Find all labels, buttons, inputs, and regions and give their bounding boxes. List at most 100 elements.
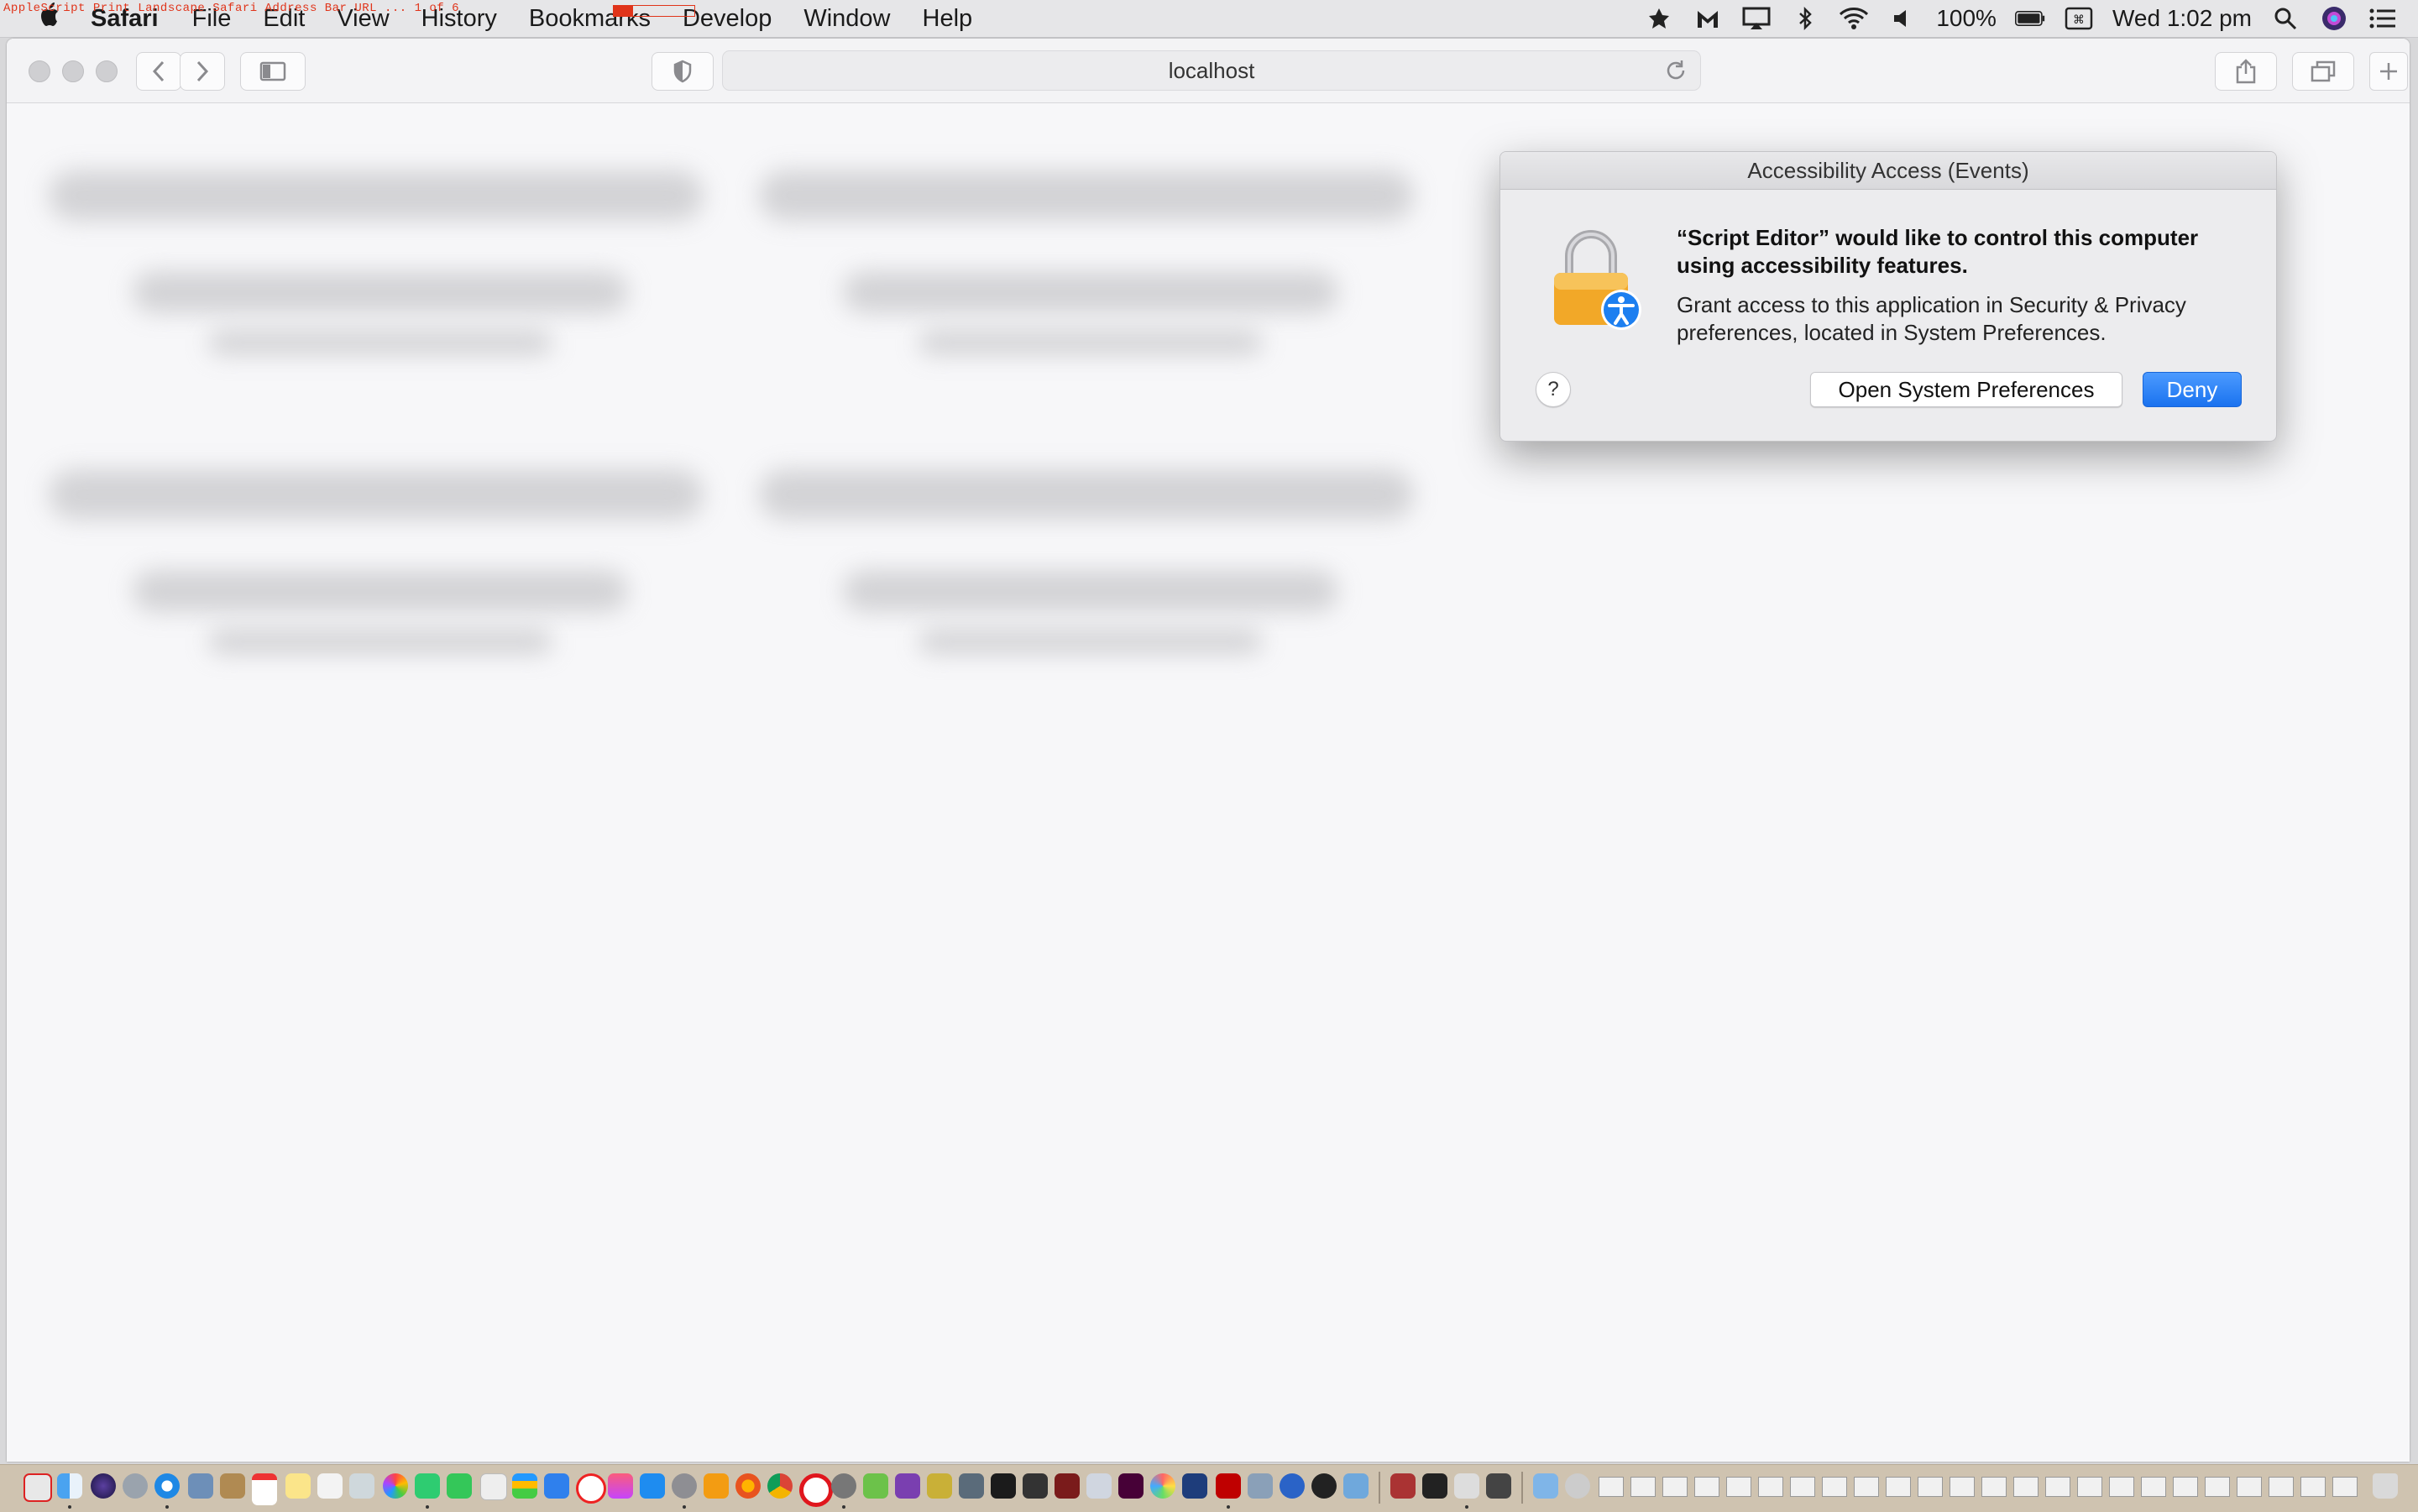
no-entry-app-icon[interactable]: [24, 1473, 52, 1502]
chrome-icon[interactable]: [767, 1473, 793, 1499]
app-icon[interactable]: [959, 1473, 984, 1499]
numbers-icon[interactable]: [512, 1473, 537, 1499]
keyboard-input-icon[interactable]: ⌘: [2064, 6, 2094, 31]
share-button[interactable]: [2215, 52, 2277, 91]
address-bar[interactable]: localhost: [722, 50, 1701, 91]
menubar-clock[interactable]: Wed 1:02 pm: [2112, 5, 2252, 32]
app-store-icon[interactable]: [640, 1473, 665, 1499]
app-icon[interactable]: [1182, 1473, 1207, 1499]
app-icon[interactable]: [863, 1473, 888, 1499]
downloads-folder-icon[interactable]: [1533, 1473, 1558, 1499]
malwarebytes-icon[interactable]: [1693, 6, 1723, 31]
adobe-xd-icon[interactable]: [1118, 1473, 1144, 1499]
minimized-window[interactable]: [1790, 1477, 1815, 1497]
minimized-window[interactable]: [1599, 1477, 1624, 1497]
firefox-icon[interactable]: [735, 1473, 761, 1499]
wifi-icon[interactable]: [1839, 6, 1869, 31]
window-close-button[interactable]: [29, 60, 50, 82]
filezilla-icon[interactable]: [1216, 1473, 1241, 1499]
airplay-icon[interactable]: [1741, 6, 1772, 31]
back-button[interactable]: [136, 52, 181, 91]
opera-icon[interactable]: [799, 1473, 833, 1507]
minimized-window[interactable]: [1950, 1477, 1975, 1497]
music-icon[interactable]: [608, 1473, 633, 1499]
minimized-window[interactable]: [2300, 1477, 2326, 1497]
siri-dock-icon[interactable]: [91, 1473, 116, 1499]
volume-icon[interactable]: [1887, 6, 1918, 31]
app-icon[interactable]: [1390, 1473, 1416, 1499]
keynote-icon[interactable]: [544, 1473, 569, 1499]
minimized-window[interactable]: [1886, 1477, 1911, 1497]
app-icon[interactable]: [1311, 1473, 1337, 1499]
minimized-window[interactable]: [1630, 1477, 1656, 1497]
safari-dock-icon[interactable]: [154, 1473, 180, 1499]
minimized-window[interactable]: [1981, 1477, 2007, 1497]
minimized-window[interactable]: [2237, 1477, 2262, 1497]
battery-icon[interactable]: [2014, 6, 2045, 31]
finder-icon[interactable]: [57, 1473, 82, 1499]
window-minimize-button[interactable]: [62, 60, 84, 82]
minimized-window[interactable]: [2013, 1477, 2039, 1497]
siri-icon[interactable]: [2319, 6, 2349, 31]
app-icon[interactable]: [1023, 1473, 1048, 1499]
gimp-icon[interactable]: [831, 1473, 856, 1499]
reminders-icon[interactable]: [317, 1473, 343, 1499]
user-folder-icon[interactable]: [1565, 1473, 1590, 1499]
app-icon[interactable]: [1486, 1473, 1511, 1499]
app-icon[interactable]: [927, 1473, 952, 1499]
tool-status-icon[interactable]: [1644, 6, 1674, 31]
minimized-window[interactable]: [2109, 1477, 2134, 1497]
notes-icon[interactable]: [285, 1473, 311, 1499]
sidebar-toggle-button[interactable]: [240, 52, 306, 91]
news-icon[interactable]: [576, 1473, 606, 1504]
deny-button[interactable]: Deny: [2143, 372, 2242, 407]
minimized-window[interactable]: [1726, 1477, 1751, 1497]
minimized-window[interactable]: [1822, 1477, 1847, 1497]
new-tab-button[interactable]: [2369, 52, 2408, 91]
minimized-window[interactable]: [2205, 1477, 2230, 1497]
r-icon[interactable]: [1086, 1473, 1112, 1499]
tab-overview-button[interactable]: [2292, 52, 2354, 91]
minimized-window[interactable]: [2045, 1477, 2070, 1497]
app-icon[interactable]: [1055, 1473, 1080, 1499]
minimized-window[interactable]: [2141, 1477, 2166, 1497]
minimized-window[interactable]: [2269, 1477, 2294, 1497]
menu-help[interactable]: Help: [923, 5, 973, 33]
app-icon[interactable]: [1343, 1473, 1369, 1499]
terminal-icon[interactable]: [991, 1473, 1016, 1499]
preview-icon[interactable]: [188, 1473, 213, 1499]
privacy-report-button[interactable]: [652, 52, 714, 91]
minimized-window[interactable]: [1918, 1477, 1943, 1497]
spotlight-search-icon[interactable]: [2270, 6, 2300, 31]
minimized-window[interactable]: [2173, 1477, 2198, 1497]
system-preferences-icon[interactable]: [672, 1473, 697, 1499]
forward-button[interactable]: [180, 52, 225, 91]
utility-app-icon[interactable]: [704, 1473, 729, 1499]
open-system-preferences-button[interactable]: Open System Preferences: [1810, 372, 2122, 407]
photoshop-elements-icon[interactable]: [895, 1473, 920, 1499]
app-icon[interactable]: [1150, 1473, 1175, 1499]
minimized-window[interactable]: [2332, 1477, 2358, 1497]
photos-icon[interactable]: [383, 1473, 408, 1499]
help-button[interactable]: ?: [1536, 372, 1571, 407]
app-icon[interactable]: [1248, 1473, 1273, 1499]
messages-icon[interactable]: [415, 1473, 440, 1499]
app-icon[interactable]: [1422, 1473, 1447, 1499]
launchpad-icon[interactable]: [123, 1473, 148, 1499]
menu-develop[interactable]: Develop: [683, 5, 772, 33]
window-zoom-button[interactable]: [96, 60, 118, 82]
minimized-window[interactable]: [1854, 1477, 1879, 1497]
bluetooth-icon[interactable]: [1790, 6, 1820, 31]
minimized-window[interactable]: [1694, 1477, 1719, 1497]
app-icon[interactable]: [1280, 1473, 1305, 1499]
menu-window[interactable]: Window: [803, 5, 890, 33]
facetime-icon[interactable]: [447, 1473, 472, 1499]
maps-icon[interactable]: [349, 1473, 374, 1499]
notification-center-icon[interactable]: [2368, 6, 2398, 31]
script-editor-icon[interactable]: [1454, 1473, 1479, 1499]
contacts-icon[interactable]: [220, 1473, 245, 1499]
minimized-window[interactable]: [1758, 1477, 1783, 1497]
calendar-icon[interactable]: [252, 1473, 277, 1505]
minimized-window[interactable]: [2077, 1477, 2102, 1497]
trash-icon[interactable]: [2373, 1473, 2398, 1499]
